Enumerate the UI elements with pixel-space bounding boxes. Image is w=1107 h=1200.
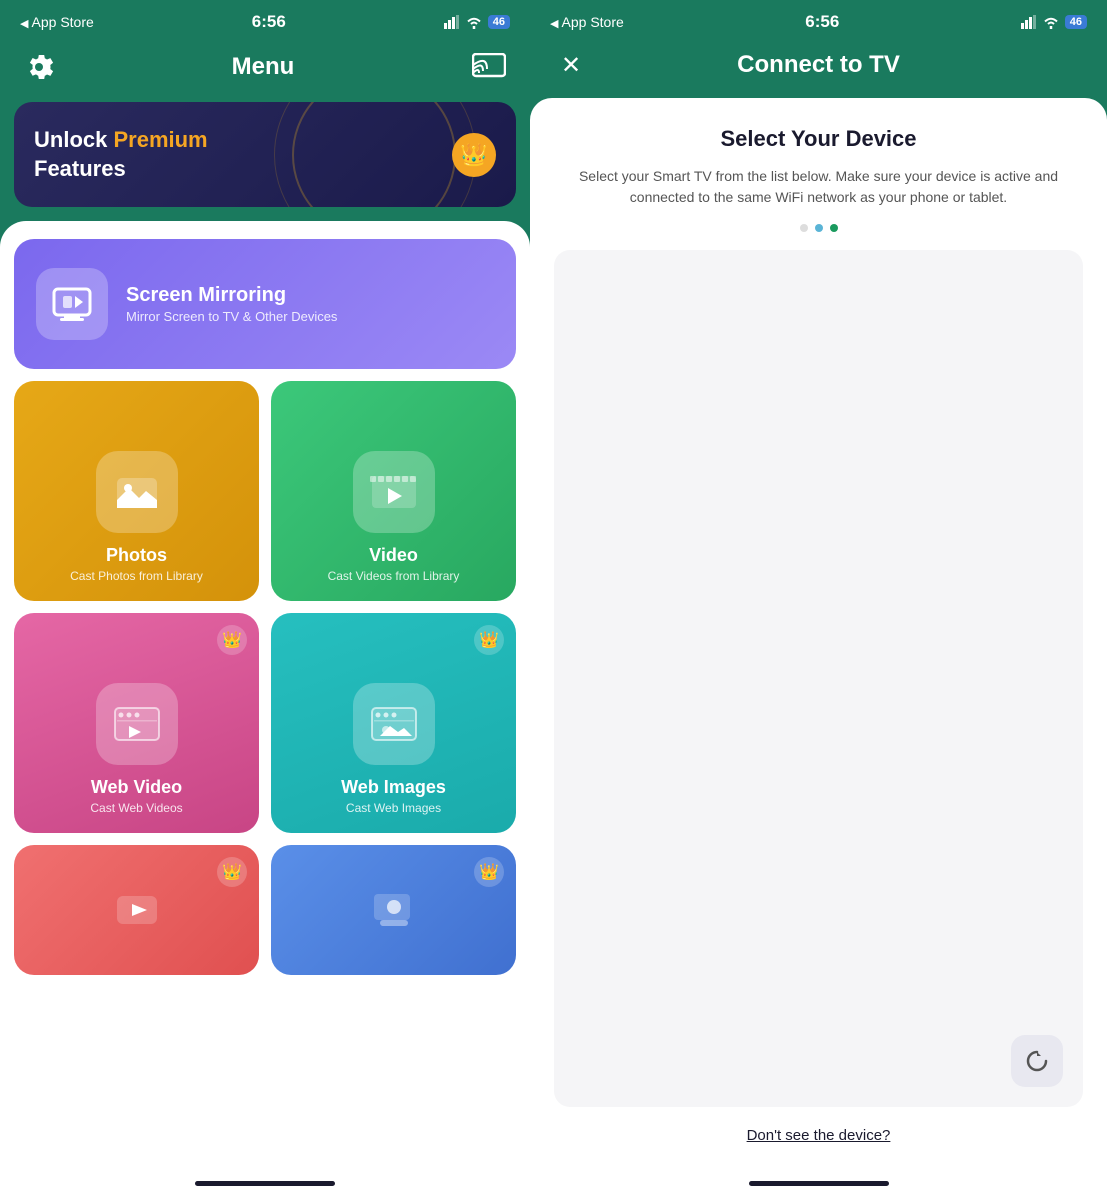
right-panel: App Store 6:56 46 ✕ Connect to TV Select… xyxy=(530,0,1107,1200)
video-icon xyxy=(353,451,435,533)
row-webvideo-webimages: 👑 Web Video Cast Web Videos 👑 xyxy=(14,613,516,833)
web-video-card[interactable]: 👑 Web Video Cast Web Videos xyxy=(14,613,259,833)
right-status-bar: App Store 6:56 46 xyxy=(530,0,1107,38)
battery-icon: 46 xyxy=(488,15,510,29)
web-video-icon xyxy=(96,683,178,765)
media-card[interactable]: 👑 xyxy=(271,845,516,975)
screen-mirroring-text: Screen Mirroring Mirror Screen to TV & O… xyxy=(126,284,337,324)
right-header-title: Connect to TV xyxy=(737,51,900,79)
web-images-crown: 👑 xyxy=(474,625,504,655)
premium-text: Unlock Premium Features xyxy=(34,126,208,183)
left-status-icons: 46 xyxy=(444,15,510,29)
left-status-bar: App Store 6:56 46 xyxy=(0,0,530,38)
premium-banner[interactable]: Unlock Premium Features 👑 xyxy=(14,102,516,207)
refresh-button[interactable] xyxy=(1011,1035,1063,1087)
web-images-subtitle: Cast Web Images xyxy=(346,801,441,815)
web-video-title: Web Video xyxy=(91,777,182,798)
video-subtitle: Cast Videos from Library xyxy=(328,569,460,583)
right-status-time: 6:56 xyxy=(805,12,839,32)
dot-2 xyxy=(815,224,823,232)
video-title: Video xyxy=(369,545,418,566)
modal-title: Select Your Device xyxy=(554,126,1083,152)
right-battery-icon: 46 xyxy=(1065,15,1087,29)
web-images-title: Web Images xyxy=(341,777,446,798)
media-crown: 👑 xyxy=(474,857,504,887)
video-card[interactable]: Video Cast Videos from Library xyxy=(271,381,516,601)
right-status-icons: 46 xyxy=(1021,15,1087,29)
left-back-link[interactable]: App Store xyxy=(20,14,94,30)
right-wifi-icon xyxy=(1043,16,1059,29)
screen-mirroring-icon xyxy=(36,268,108,340)
premium-crown-icon: 👑 xyxy=(452,133,496,177)
right-home-bar xyxy=(749,1181,889,1186)
left-header-title: Menu xyxy=(232,53,295,81)
right-header: ✕ Connect to TV xyxy=(530,38,1107,98)
web-images-icon xyxy=(353,683,435,765)
photos-subtitle: Cast Photos from Library xyxy=(70,569,203,583)
left-home-bar xyxy=(195,1181,335,1186)
screen-mirroring-card[interactable]: Screen Mirroring Mirror Screen to TV & O… xyxy=(14,239,516,369)
settings-icon[interactable] xyxy=(22,50,56,84)
screen-mirroring-title: Screen Mirroring xyxy=(126,284,337,307)
dot-3 xyxy=(830,224,838,232)
youtube-icon xyxy=(115,888,159,932)
youtube-card[interactable]: 👑 xyxy=(14,845,259,975)
right-back-link[interactable]: App Store xyxy=(550,14,624,30)
web-video-subtitle: Cast Web Videos xyxy=(90,801,182,815)
left-status-time: 6:56 xyxy=(252,12,286,32)
dot-1 xyxy=(800,224,808,232)
row-bottom: 👑 👑 xyxy=(14,845,516,975)
right-signal-icon xyxy=(1021,15,1037,29)
cast-button[interactable] xyxy=(470,48,508,86)
row-photos-video: Photos Cast Photos from Library xyxy=(14,381,516,601)
youtube-crown: 👑 xyxy=(217,857,247,887)
close-button[interactable]: ✕ xyxy=(554,48,588,82)
connect-modal: Select Your Device Select your Smart TV … xyxy=(530,98,1107,1200)
web-video-crown: 👑 xyxy=(217,625,247,655)
photos-title: Photos xyxy=(106,545,167,566)
right-home-indicator xyxy=(554,1166,1083,1200)
wifi-icon xyxy=(466,16,482,29)
signal-icon xyxy=(444,15,460,29)
left-header: Menu xyxy=(0,38,530,102)
media-icon xyxy=(372,888,416,932)
modal-description: Select your Smart TV from the list below… xyxy=(554,166,1083,208)
photos-card[interactable]: Photos Cast Photos from Library xyxy=(14,381,259,601)
screen-mirroring-subtitle: Mirror Screen to TV & Other Devices xyxy=(126,309,337,324)
menu-content: Screen Mirroring Mirror Screen to TV & O… xyxy=(0,221,530,1200)
left-home-indicator xyxy=(14,1166,516,1200)
dots-indicator xyxy=(554,224,1083,232)
web-images-card[interactable]: 👑 Web Images Cast Web Images xyxy=(271,613,516,833)
photos-icon xyxy=(96,451,178,533)
refresh-icon xyxy=(1024,1048,1050,1074)
dont-see-link[interactable]: Don't see the device? xyxy=(554,1127,1083,1144)
device-list xyxy=(554,250,1083,1107)
left-panel: App Store 6:56 46 Menu xyxy=(0,0,530,1200)
